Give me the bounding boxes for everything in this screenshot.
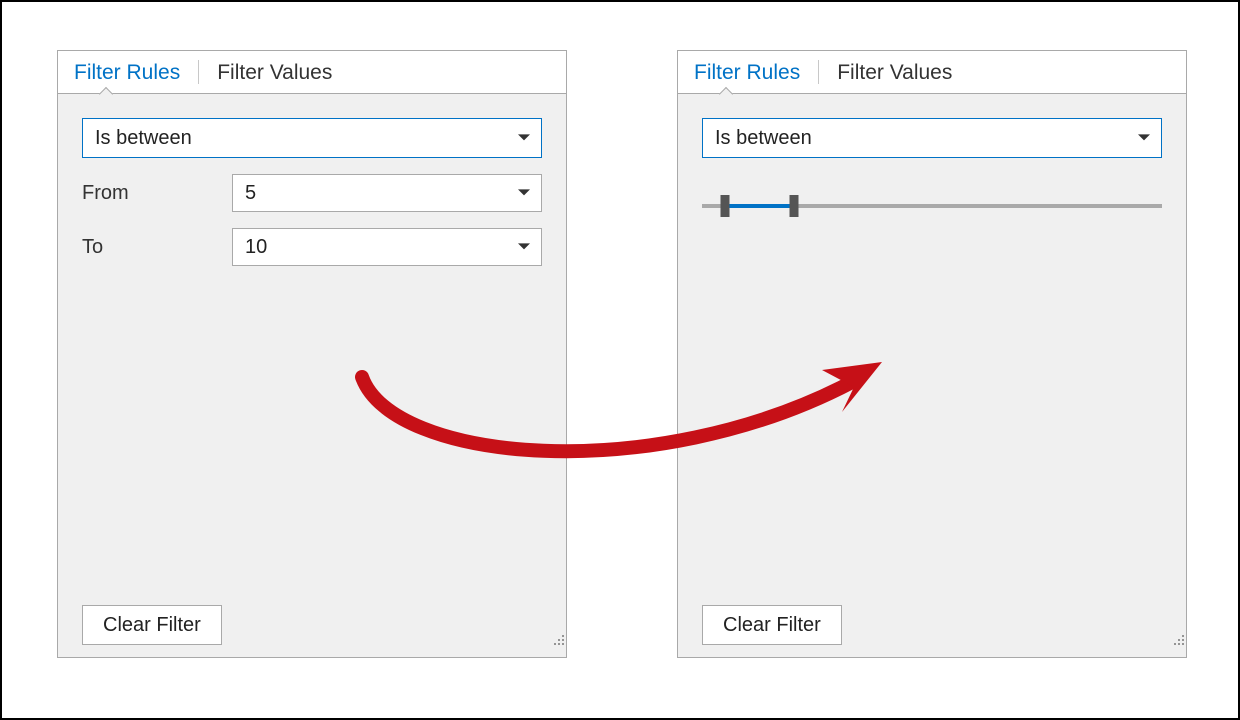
range-thumb-high[interactable] bbox=[790, 195, 799, 217]
from-value-combo[interactable]: 5 bbox=[232, 174, 542, 212]
chevron-down-icon bbox=[517, 180, 531, 203]
tab-separator bbox=[198, 60, 199, 84]
range-slider[interactable] bbox=[702, 194, 1162, 218]
tab-strip: Filter Rules Filter Values bbox=[678, 51, 1186, 94]
tab-filter-rules[interactable]: Filter Rules bbox=[694, 62, 800, 83]
chevron-down-icon bbox=[1137, 125, 1151, 148]
rule-combo[interactable]: Is between bbox=[82, 118, 542, 158]
from-value: 5 bbox=[245, 182, 256, 205]
clear-filter-button[interactable]: Clear Filter bbox=[82, 605, 222, 645]
tab-separator bbox=[818, 60, 819, 84]
transition-arrow-icon bbox=[352, 352, 892, 502]
clear-filter-button[interactable]: Clear Filter bbox=[702, 605, 842, 645]
to-value-combo[interactable]: 10 bbox=[232, 228, 542, 266]
tab-filter-values[interactable]: Filter Values bbox=[217, 62, 332, 83]
chevron-down-icon bbox=[517, 125, 531, 148]
rule-combo[interactable]: Is between bbox=[702, 118, 1162, 158]
tab-filter-values[interactable]: Filter Values bbox=[837, 62, 952, 83]
chevron-down-icon bbox=[517, 234, 531, 257]
to-label: To bbox=[82, 236, 232, 259]
range-thumb-low[interactable] bbox=[721, 195, 730, 217]
resize-grip[interactable] bbox=[551, 632, 566, 647]
rule-combo-value: Is between bbox=[95, 127, 192, 150]
rule-combo-value: Is between bbox=[715, 127, 812, 150]
tab-strip: Filter Rules Filter Values bbox=[58, 51, 566, 94]
resize-grip[interactable] bbox=[1171, 632, 1186, 647]
tab-filter-rules[interactable]: Filter Rules bbox=[74, 62, 180, 83]
range-fill bbox=[725, 204, 794, 208]
to-value: 10 bbox=[245, 236, 267, 259]
from-label: From bbox=[82, 182, 232, 205]
